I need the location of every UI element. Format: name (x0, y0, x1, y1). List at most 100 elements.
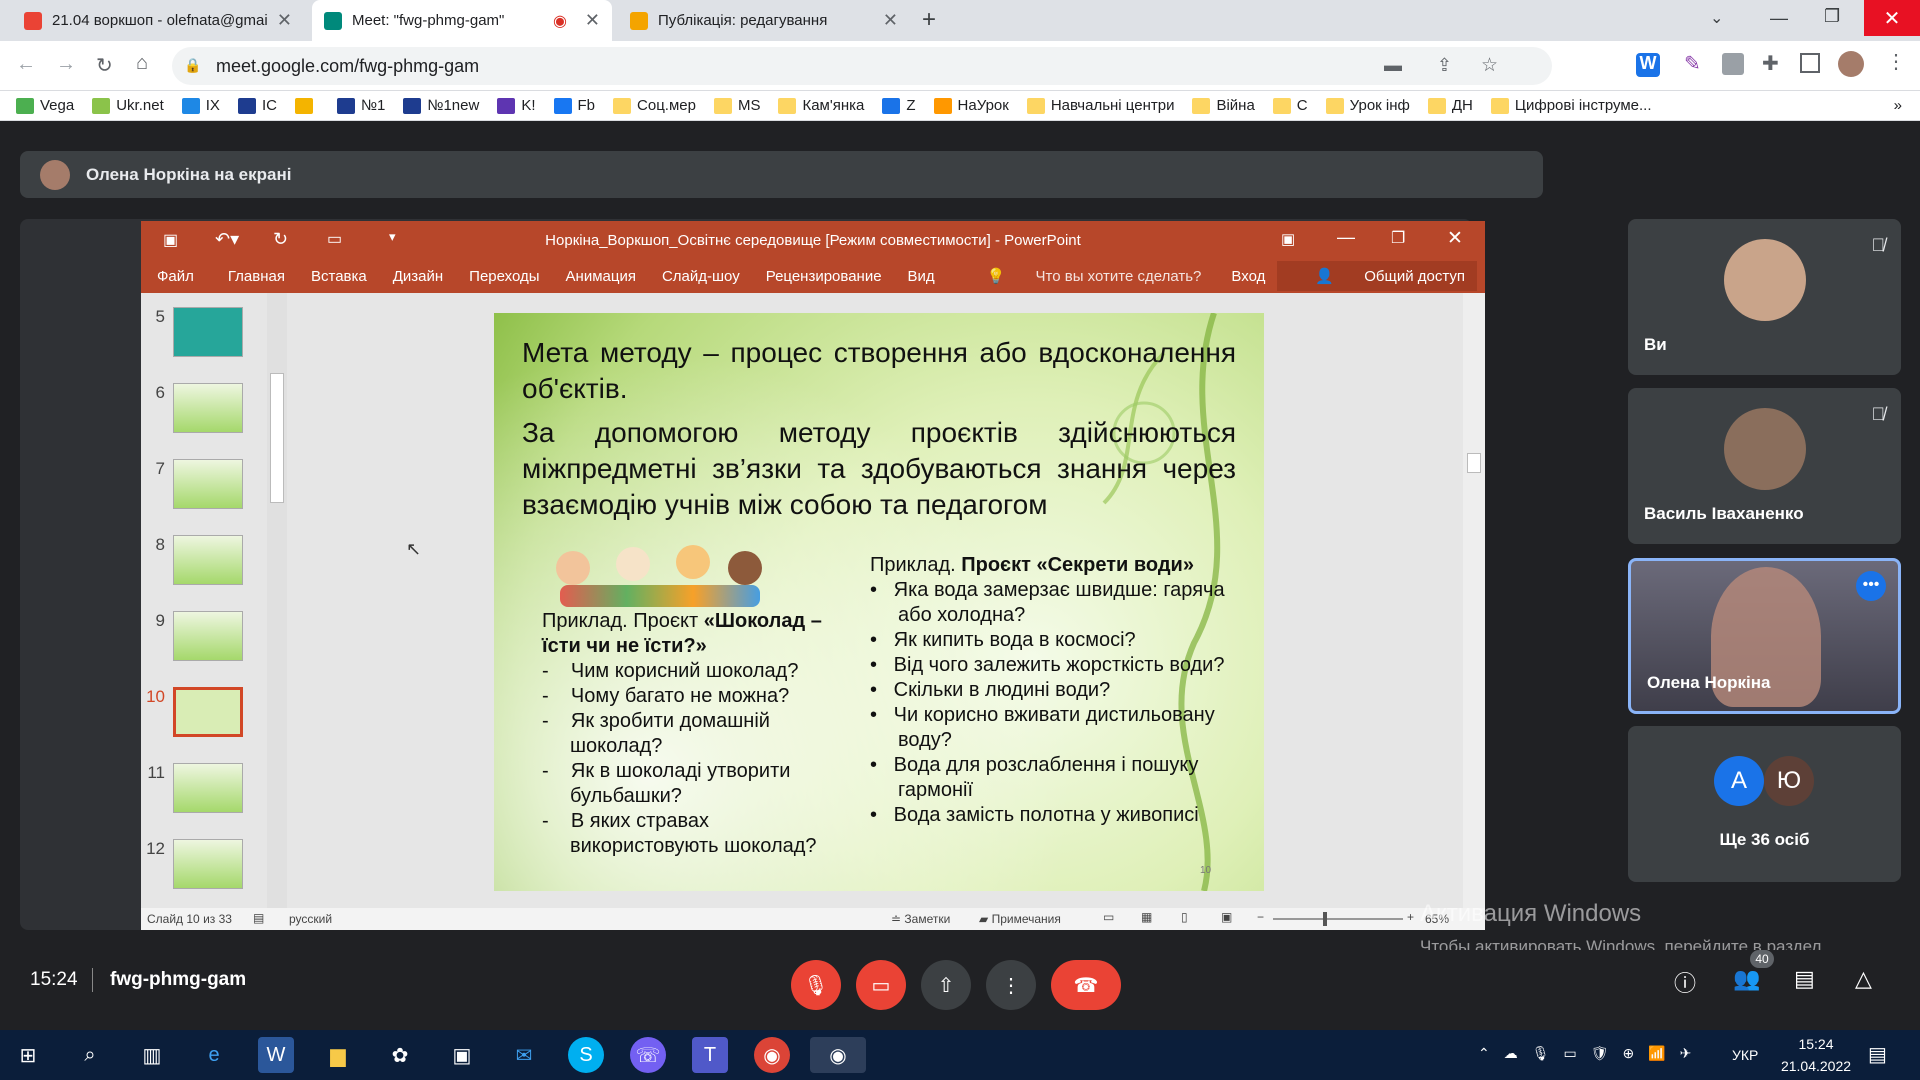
bookmark-item[interactable]: K! (497, 97, 536, 114)
bookmark-item[interactable]: IC (237, 97, 277, 114)
teams-icon[interactable]: T (692, 1037, 728, 1073)
pen-extension-icon[interactable]: ✎ (1684, 51, 1701, 76)
thumbs-scroll-thumb[interactable] (270, 373, 284, 503)
bookmarks-overflow-icon[interactable]: » (1894, 97, 1902, 114)
more-options-icon[interactable]: ••• (1856, 571, 1886, 601)
ribbon-tab-design[interactable]: Дизайн (393, 268, 443, 285)
chrome-active-icon[interactable]: ◉ (810, 1037, 866, 1073)
word-icon[interactable]: W (258, 1037, 294, 1073)
notes-button[interactable]: ≐ Заметки (891, 912, 950, 926)
others-tile[interactable]: А Ю Ще 36 осіб (1628, 726, 1901, 882)
slide-scroll-thumb[interactable] (1467, 453, 1481, 473)
present-button[interactable]: ⇧ (921, 960, 971, 1010)
thumbs-scrollbar[interactable] (267, 293, 287, 908)
ribbon-tab-home[interactable]: Главная (228, 268, 285, 285)
bookmark-item[interactable]: Z (882, 97, 916, 114)
ribbon-tab-transitions[interactable]: Переходы (469, 268, 539, 285)
share-button[interactable]: 👤 Общий доступ (1277, 261, 1477, 291)
store-icon[interactable]: ▣ (444, 1037, 480, 1073)
chat-icon[interactable]: ▤ (1794, 966, 1815, 992)
task-view-icon[interactable]: ▥ (134, 1037, 170, 1073)
close-window-icon[interactable]: ✕ (1864, 0, 1920, 36)
notifications-icon[interactable]: ▤ (1868, 1042, 1887, 1067)
skype-icon[interactable]: S (568, 1037, 604, 1073)
close-tab-icon[interactable]: ✕ (883, 10, 898, 31)
ppt-minimize-icon[interactable]: — (1337, 227, 1355, 248)
slide-thumbnail[interactable] (173, 611, 243, 661)
ribbon-tab-file[interactable]: Файл (157, 268, 194, 285)
camera-icon[interactable]: ▬ (1384, 55, 1402, 76)
ribbon-tab-slideshow[interactable]: Слайд-шоу (662, 268, 740, 285)
home-icon[interactable]: ⌂ (136, 52, 148, 75)
minimize-icon[interactable]: — (1770, 8, 1788, 29)
omnibox[interactable]: 🔒 meet.google.com/fwg-phmg-gam ▬ ⇪ ☆ (172, 47, 1552, 85)
leave-call-button[interactable]: ☎ (1051, 960, 1121, 1010)
close-tab-icon[interactable]: ✕ (277, 10, 292, 31)
search-icon[interactable]: ⌕ (72, 1037, 108, 1073)
bookmark-item[interactable]: MS (713, 97, 760, 114)
menu-icon[interactable]: ⋮ (1886, 49, 1906, 74)
zoom-slider-thumb[interactable] (1323, 912, 1327, 926)
zoom-in-icon[interactable]: + (1407, 910, 1414, 924)
bookmark-item[interactable]: Урок інф (1325, 97, 1410, 114)
slide-thumbnail[interactable] (173, 383, 243, 433)
save-icon[interactable]: ▣ (163, 230, 178, 250)
slide-thumbnail[interactable] (173, 687, 243, 737)
profile-avatar[interactable] (1838, 51, 1864, 77)
close-tab-icon[interactable]: ✕ (585, 10, 600, 31)
sidepanel-icon[interactable] (1800, 53, 1820, 73)
more-options-button[interactable]: ⋮ (986, 960, 1036, 1010)
reload-icon[interactable]: ↻ (96, 53, 113, 78)
back-icon[interactable]: ← (16, 53, 36, 76)
bookmark-item[interactable]: Війна (1192, 97, 1255, 114)
system-tray-icons[interactable]: ⌃☁🎙▭🛡⊕📶✈ (1478, 1045, 1705, 1062)
tab-blogger[interactable]: Публікація: редагування ✕ (618, 0, 910, 41)
bookmark-item[interactable]: Ukr.net (92, 97, 164, 114)
signin-link[interactable]: Вход (1231, 268, 1265, 285)
viber-icon[interactable]: ☏ (630, 1037, 666, 1073)
input-language[interactable]: УКР (1732, 1047, 1758, 1063)
ppt-close-icon[interactable]: ✕ (1447, 227, 1463, 250)
participant-tile[interactable]: 🎙̸ Ви (1628, 219, 1901, 375)
redo-icon[interactable]: ↻ (273, 229, 288, 250)
tab-search-icon[interactable]: ⌄ (1710, 8, 1723, 28)
info-icon[interactable]: ⓘ (1674, 966, 1696, 998)
slide-scrollbar[interactable] (1463, 293, 1485, 908)
bookmark-item[interactable]: Соц.мер (613, 97, 696, 114)
comments-button[interactable]: ▰ Примечания (979, 912, 1061, 926)
ribbon-tab-animation[interactable]: Анимация (566, 268, 636, 285)
share-icon[interactable]: ⇪ (1437, 55, 1452, 76)
slide-thumbnail[interactable] (173, 459, 243, 509)
reading-view-icon[interactable]: ▯ (1181, 910, 1188, 924)
bookmark-item[interactable]: Навчальні центри (1026, 97, 1174, 114)
people-icon[interactable]: 👥 (1733, 966, 1760, 992)
extension-icon[interactable] (1722, 53, 1744, 75)
chrome-icon[interactable]: ◉ (754, 1037, 790, 1073)
language-label[interactable]: русский (289, 912, 332, 926)
bookmark-item[interactable]: Fb (553, 97, 595, 114)
clock-date[interactable]: 21.04.2022 (1770, 1058, 1862, 1074)
undo-icon[interactable]: ↶▾ (215, 229, 239, 250)
bookmark-item[interactable] (294, 97, 319, 114)
ribbon-tab-insert[interactable]: Вставка (311, 268, 367, 285)
spellcheck-icon[interactable]: ▤ (253, 911, 264, 925)
slide-thumbnail[interactable] (173, 839, 243, 889)
slideshow-view-icon[interactable]: ▣ (1221, 910, 1232, 924)
maximize-icon[interactable]: ❐ (1824, 6, 1840, 27)
bookmark-item[interactable]: НаУрок (933, 97, 1009, 114)
paint-icon[interactable]: ✿ (382, 1037, 418, 1073)
bookmark-item[interactable]: №1 (336, 97, 385, 114)
slideshow-icon[interactable]: ▭ (327, 229, 342, 249)
slide-thumbnail[interactable] (173, 307, 243, 357)
ribbon-tab-view[interactable]: Вид (908, 268, 935, 285)
bookmark-item[interactable]: С (1272, 97, 1308, 114)
edge-icon[interactable]: e (196, 1037, 232, 1073)
tab-meet[interactable]: Meet: "fwg-phmg-gam" ◉ ✕ (312, 0, 612, 41)
start-icon[interactable]: ⊞ (10, 1037, 46, 1073)
activities-icon[interactable]: △ (1855, 966, 1872, 992)
bookmark-item[interactable]: IX (181, 97, 220, 114)
tell-me-search[interactable]: 💡 Что вы хотите сделать? (961, 267, 1202, 285)
clock-time[interactable]: 15:24 (1776, 1036, 1856, 1052)
word-extension-icon[interactable]: W (1636, 53, 1660, 77)
zoom-slider[interactable] (1273, 912, 1403, 926)
